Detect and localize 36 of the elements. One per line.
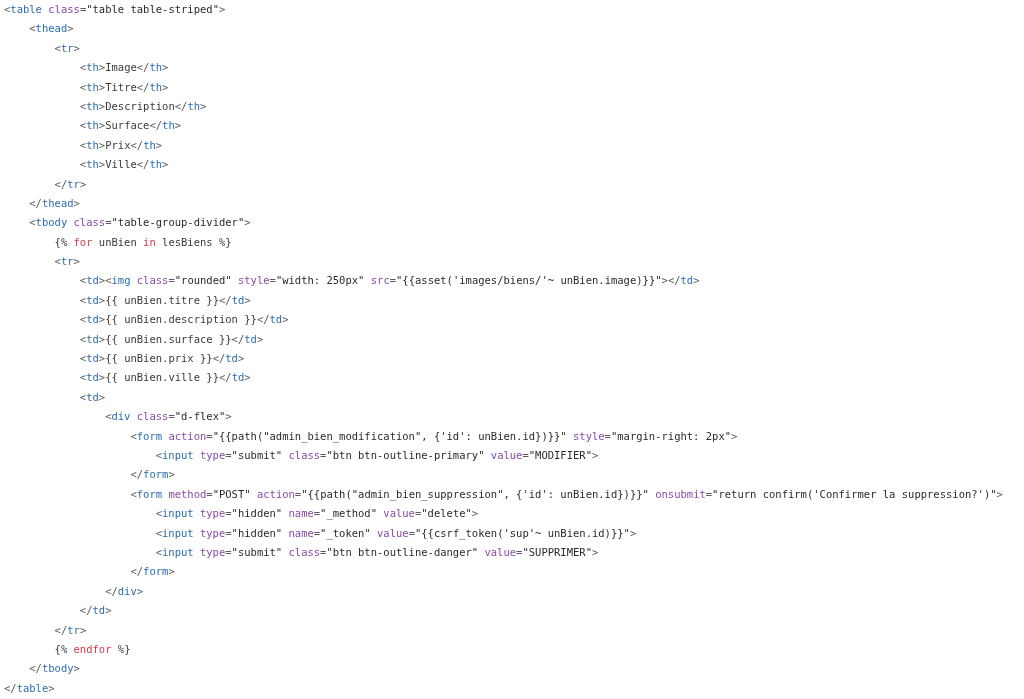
code-line: <td>: [78, 389, 106, 405]
code-line: <input type="hidden" name="_method" value="delete">: [154, 506, 479, 522]
code-line: </form>: [129, 467, 175, 483]
code-line: {% endfor %}: [53, 641, 131, 657]
code-line: </form>: [129, 564, 175, 580]
code-line: <td>{{ unBien.prix }}</td>: [78, 351, 245, 367]
code-line: <form method="POST" action="{{path("admin_bien_suppression", {'id': unBien.id})}}" onsubmit="return confirm('Confirmer la suppression?')">: [129, 486, 1003, 503]
code-line: <td>{{ unBien.titre }}</td>: [78, 292, 251, 308]
code-line: <table class="table table-striped">: [4, 2, 226, 17]
code-line: </thead>: [28, 195, 80, 211]
code-line: </tbody>: [28, 661, 80, 677]
code-line: <tr>: [53, 254, 80, 270]
code-line: <thead>: [28, 21, 74, 37]
code-line: <th>Surface</th>: [78, 118, 182, 134]
code-line: <th>Description</th>: [78, 98, 207, 114]
code-line: <input type="submit" class="btn btn-outline-danger" value="SUPPRIMER">: [154, 544, 599, 560]
code-line: <tbody class="table-group-divider">: [28, 215, 251, 231]
code-line: </tr>: [53, 622, 87, 638]
code-line: <td>{{ unBien.surface }}</td>: [78, 331, 264, 347]
code-line: <th>Titre</th>: [78, 79, 169, 95]
code-line: </td>: [78, 603, 112, 619]
code-line: <th>Image</th>: [78, 60, 169, 76]
code-line: <div class="d-flex">: [104, 409, 232, 425]
code-line: <input type="hidden" name="_token" value="{{csrf_token('sup'~ unBien.id)}}">: [154, 525, 637, 542]
code-line: <input type="submit" class="btn btn-outline-primary" value="MODIFIER">: [154, 448, 599, 463]
code-line: </table>: [4, 680, 55, 696]
code-line: <form action="{{path("admin_bien_modification", {'id': unBien.id})}}" style="margin-right: 2px">: [129, 428, 738, 445]
code-line: {% for unBien in lesBiens %}: [53, 234, 232, 250]
code-line: <th>Prix</th>: [78, 137, 163, 153]
code-line: </tr>: [53, 176, 87, 192]
code-line: <td>{{ unBien.ville }}</td>: [78, 370, 251, 386]
code-line: <th>Ville</th>: [78, 157, 169, 173]
code-line: <td>{{ unBien.description }}</td>: [78, 312, 289, 328]
code-line: <tr>: [53, 40, 80, 56]
code-line: <td><img class="rounded" style="width: 250px" src="{{asset('images/biens/'~ unBien.image)}}"></td>: [78, 273, 700, 289]
code-line: </div>: [104, 583, 144, 599]
